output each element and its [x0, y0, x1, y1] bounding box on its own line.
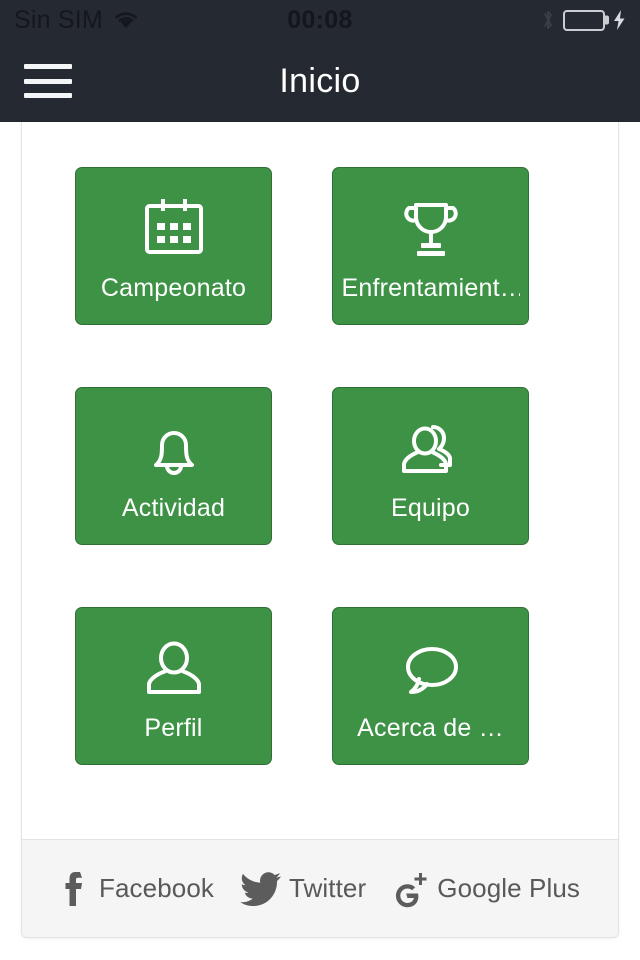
battery-icon	[563, 9, 605, 31]
status-bar: Sin SIM 00:08	[0, 0, 640, 40]
tile-label: Actividad	[121, 494, 226, 522]
wifi-icon	[113, 10, 139, 30]
social-footer: Facebook Twitter Google Plus	[22, 839, 618, 937]
tile-label: Equipo	[390, 494, 471, 522]
hamburger-bar-2	[24, 78, 72, 84]
carrier-label: Sin SIM	[14, 5, 103, 34]
bell-icon	[136, 410, 212, 488]
speech-bubble-icon	[393, 630, 469, 708]
tile-label: Enfrentamient…	[341, 274, 520, 302]
tile-perfil[interactable]: Perfil	[75, 607, 272, 765]
google-plus-label: Google Plus	[437, 873, 580, 903]
nav-bar: Inicio	[0, 40, 640, 122]
facebook-icon	[58, 870, 92, 908]
person-icon	[136, 630, 212, 708]
users-group-icon	[393, 410, 469, 488]
content-panel: Campeonato Enfrentamient… Actividad Equi…	[21, 122, 619, 938]
status-bar-right	[320, 8, 626, 32]
tile-label: Acerca de …	[357, 714, 504, 742]
bluetooth-icon	[541, 8, 555, 32]
calendar-icon	[136, 190, 212, 268]
tile-actividad[interactable]: Actividad	[75, 387, 272, 545]
twitter-label: Twitter	[288, 873, 367, 903]
lightning-bolt-icon	[613, 9, 626, 31]
tile-enfrentamientos[interactable]: Enfrentamient…	[332, 167, 529, 325]
google-plus-icon	[392, 870, 430, 908]
facebook-label: Facebook	[99, 873, 214, 903]
tile-acerca-de[interactable]: Acerca de …	[332, 607, 529, 765]
facebook-link[interactable]: Facebook	[58, 870, 214, 908]
tile-label: Perfil	[144, 714, 203, 742]
google-plus-link[interactable]: Google Plus	[392, 870, 580, 908]
status-bar-left: Sin SIM	[14, 5, 320, 34]
twitter-bird-icon	[240, 870, 282, 908]
hamburger-bar-1	[24, 64, 72, 69]
menu-tile-grid: Campeonato Enfrentamient… Actividad Equi…	[75, 167, 565, 765]
page-title: Inicio	[279, 61, 361, 100]
hamburger-menu-icon[interactable]	[24, 64, 72, 98]
tile-equipo[interactable]: Equipo	[332, 387, 529, 545]
hamburger-bar-3	[24, 93, 72, 98]
trophy-icon	[393, 190, 469, 268]
tile-label: Campeonato	[100, 274, 247, 302]
twitter-link[interactable]: Twitter	[240, 870, 366, 908]
panel-body: Campeonato Enfrentamient… Actividad Equi…	[22, 122, 618, 839]
tile-campeonato[interactable]: Campeonato	[75, 167, 272, 325]
